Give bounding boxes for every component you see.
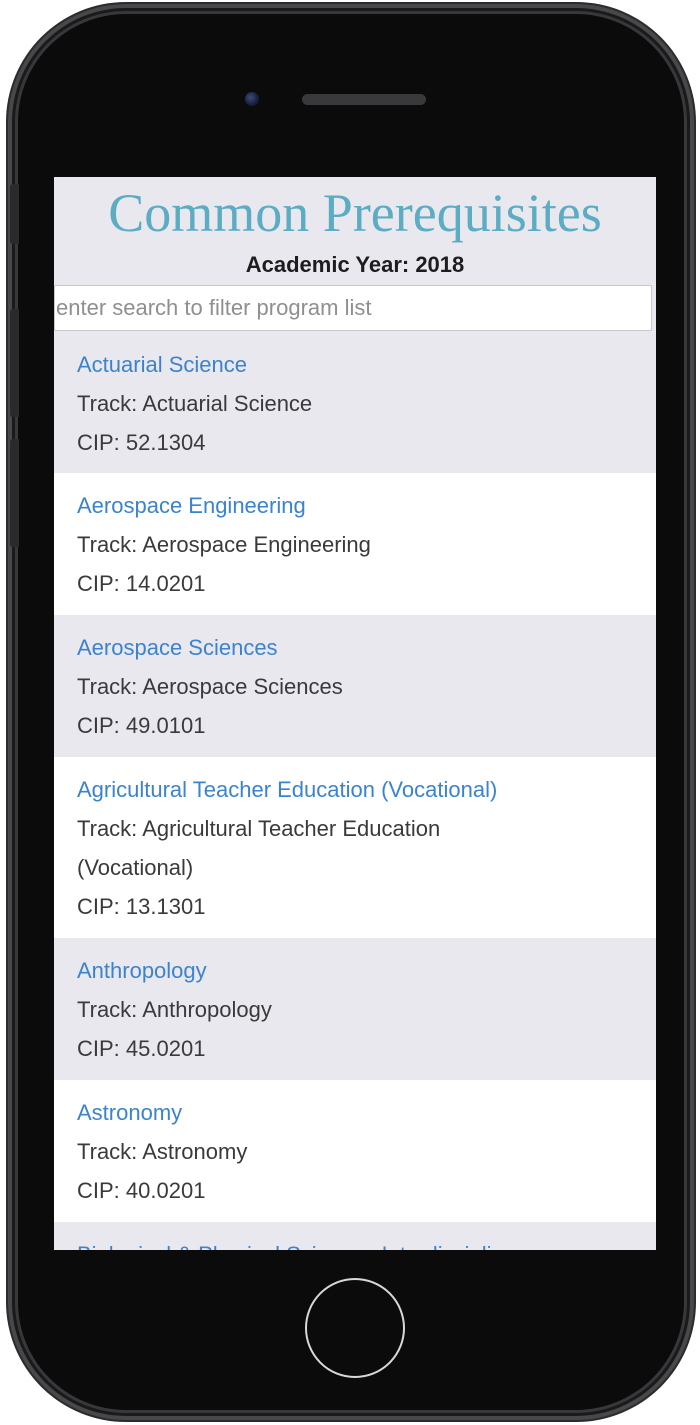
volume-up-button xyxy=(10,309,19,417)
program-track: Track: Aerospace Sciences xyxy=(77,674,343,699)
page-title: Common Prerequisites xyxy=(108,183,602,243)
program-link[interactable]: Anthropology xyxy=(77,951,636,990)
program-link[interactable]: Astronomy xyxy=(77,1093,636,1132)
app-screen: Common Prerequisites Academic Year: 2018… xyxy=(54,177,656,1250)
program-track: Track: Aerospace Engineering xyxy=(77,532,371,557)
volume-down-button xyxy=(10,439,19,547)
program-cip: CIP: 45.0201 xyxy=(77,1036,206,1061)
program-cip: CIP: 49.0101 xyxy=(77,713,206,738)
program-search-input[interactable] xyxy=(54,285,652,331)
list-item-aerospace-engineering[interactable]: Aerospace Engineering Track: Aerospace E… xyxy=(54,473,656,615)
program-track: Track: Astronomy xyxy=(77,1139,248,1164)
front-camera-icon xyxy=(245,92,259,106)
list-item-biological-physical-sciences[interactable]: Biological & Physical Sciences Interdisc… xyxy=(54,1222,656,1250)
program-track: Track: Anthropology xyxy=(77,997,272,1022)
silent-switch xyxy=(10,184,19,244)
program-cip: CIP: 13.1301 xyxy=(77,894,206,919)
list-item-actuarial-science[interactable]: Actuarial Science Track: Actuarial Scien… xyxy=(54,332,656,473)
earpiece-speaker-icon xyxy=(302,94,426,105)
program-cip: CIP: 40.0201 xyxy=(77,1178,206,1203)
list-item-astronomy[interactable]: Astronomy Track: Astronomy CIP: 40.0201 xyxy=(54,1080,656,1222)
program-link[interactable]: Actuarial Science xyxy=(77,345,636,384)
program-track: Track: Agricultural Teacher Education (V… xyxy=(77,816,441,880)
list-item-anthropology[interactable]: Anthropology Track: Anthropology CIP: 45… xyxy=(54,938,656,1080)
program-cip: CIP: 14.0201 xyxy=(77,571,206,596)
phone-frame: Common Prerequisites Academic Year: 2018… xyxy=(8,4,694,1420)
program-list: Actuarial Science Track: Actuarial Scien… xyxy=(54,332,656,1250)
home-button-icon[interactable] xyxy=(305,1278,405,1378)
program-link[interactable]: Agricultural Teacher Education (Vocation… xyxy=(77,770,636,809)
program-track: Track: Actuarial Science xyxy=(77,391,313,416)
page-header: Common Prerequisites Academic Year: 2018 xyxy=(54,177,656,332)
program-link[interactable]: Biological & Physical Sciences Interdisc… xyxy=(77,1235,636,1250)
list-item-aerospace-sciences[interactable]: Aerospace Sciences Track: Aerospace Scie… xyxy=(54,615,656,757)
program-link[interactable]: Aerospace Sciences xyxy=(77,628,636,667)
list-item-agricultural-teacher-education[interactable]: Agricultural Teacher Education (Vocation… xyxy=(54,757,656,938)
academic-year-label: Academic Year: 2018 xyxy=(245,252,465,277)
program-link[interactable]: Aerospace Engineering xyxy=(77,486,636,525)
program-cip: CIP: 52.1304 xyxy=(77,430,206,455)
